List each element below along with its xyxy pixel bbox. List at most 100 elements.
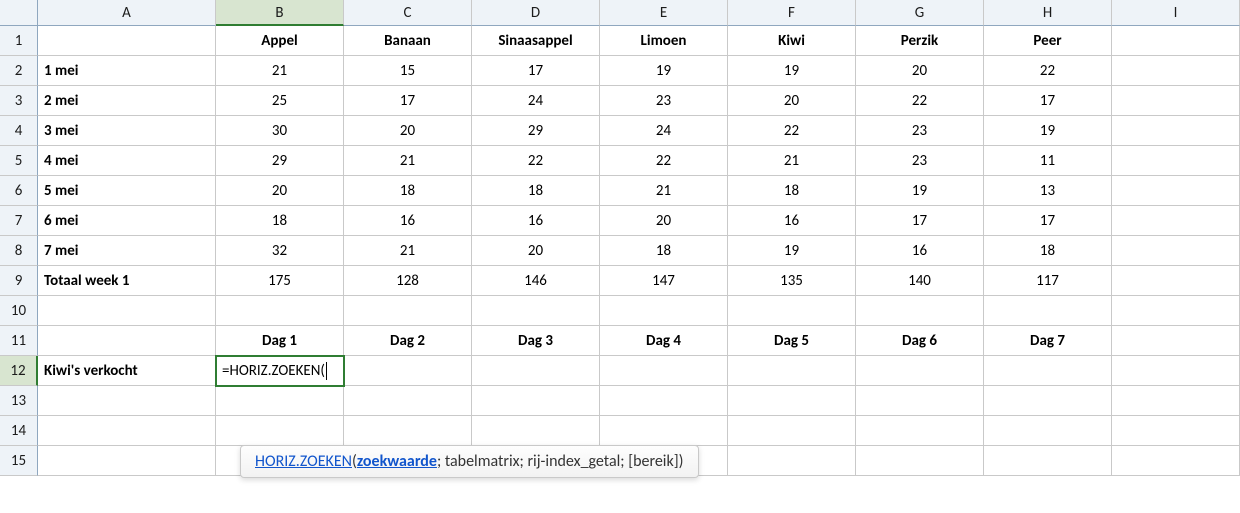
- cell-B11[interactable]: Dag 1: [216, 326, 344, 356]
- cell-C10[interactable]: [344, 296, 472, 326]
- cell-G10[interactable]: [856, 296, 984, 326]
- cell-G9[interactable]: 140: [856, 266, 984, 296]
- cell-I9[interactable]: [1112, 266, 1240, 296]
- cell-G8[interactable]: 16: [856, 236, 984, 266]
- cell-I14[interactable]: [1112, 416, 1240, 446]
- cell-E12[interactable]: [600, 356, 728, 386]
- cell-D6[interactable]: 18: [472, 176, 600, 206]
- cell-A6[interactable]: 5 mei: [38, 176, 216, 206]
- active-cell-B12[interactable]: =HORIZ.ZOEKEN(: [216, 356, 344, 386]
- cell-G4[interactable]: 23: [856, 116, 984, 146]
- cell-E6[interactable]: 21: [600, 176, 728, 206]
- cell-C12[interactable]: [344, 356, 472, 386]
- cell-D14[interactable]: [472, 416, 600, 446]
- cell-G7[interactable]: 17: [856, 206, 984, 236]
- cell-F6[interactable]: 18: [728, 176, 856, 206]
- cell-G5[interactable]: 23: [856, 146, 984, 176]
- cell-A5[interactable]: 4 mei: [38, 146, 216, 176]
- cell-C11[interactable]: Dag 2: [344, 326, 472, 356]
- row-header-15[interactable]: 15: [0, 446, 38, 476]
- cell-G14[interactable]: [856, 416, 984, 446]
- cell-I3[interactable]: [1112, 86, 1240, 116]
- cell-F5[interactable]: 21: [728, 146, 856, 176]
- cell-A4[interactable]: 3 mei: [38, 116, 216, 146]
- cell-I7[interactable]: [1112, 206, 1240, 236]
- column-header-F[interactable]: F: [728, 0, 856, 26]
- cell-G15[interactable]: [856, 446, 984, 476]
- cell-H13[interactable]: [984, 386, 1112, 416]
- cell-E3[interactable]: 23: [600, 86, 728, 116]
- column-header-D[interactable]: D: [472, 0, 600, 26]
- cell-C9[interactable]: 128: [344, 266, 472, 296]
- cell-B6[interactable]: 20: [216, 176, 344, 206]
- cell-D1[interactable]: Sinaasappel: [472, 26, 600, 56]
- cell-H9[interactable]: 117: [984, 266, 1112, 296]
- row-header-10[interactable]: 10: [0, 296, 38, 326]
- cell-D10[interactable]: [472, 296, 600, 326]
- cell-E4[interactable]: 24: [600, 116, 728, 146]
- row-header-4[interactable]: 4: [0, 116, 38, 146]
- cell-F12[interactable]: [728, 356, 856, 386]
- cell-I10[interactable]: [1112, 296, 1240, 326]
- cell-I15[interactable]: [1112, 446, 1240, 476]
- select-all-corner[interactable]: [0, 0, 38, 26]
- cell-H15[interactable]: [984, 446, 1112, 476]
- column-header-E[interactable]: E: [600, 0, 728, 26]
- cell-E9[interactable]: 147: [600, 266, 728, 296]
- cell-H8[interactable]: 18: [984, 236, 1112, 266]
- cell-C13[interactable]: [344, 386, 472, 416]
- cell-H14[interactable]: [984, 416, 1112, 446]
- row-header-8[interactable]: 8: [0, 236, 38, 266]
- cell-A15[interactable]: [38, 446, 216, 476]
- cell-C7[interactable]: 16: [344, 206, 472, 236]
- cell-C4[interactable]: 20: [344, 116, 472, 146]
- cell-B4[interactable]: 30: [216, 116, 344, 146]
- cell-E7[interactable]: 20: [600, 206, 728, 236]
- column-header-I[interactable]: I: [1112, 0, 1240, 26]
- cell-D4[interactable]: 29: [472, 116, 600, 146]
- column-header-A[interactable]: A: [38, 0, 216, 26]
- cell-G13[interactable]: [856, 386, 984, 416]
- cell-D12[interactable]: [472, 356, 600, 386]
- cell-H2[interactable]: 22: [984, 56, 1112, 86]
- cell-F15[interactable]: [728, 446, 856, 476]
- cell-H10[interactable]: [984, 296, 1112, 326]
- row-header-6[interactable]: 6: [0, 176, 38, 206]
- cell-I11[interactable]: [1112, 326, 1240, 356]
- cell-I4[interactable]: [1112, 116, 1240, 146]
- row-header-1[interactable]: 1: [0, 26, 38, 56]
- cell-I1[interactable]: [1112, 26, 1240, 56]
- cell-G12[interactable]: [856, 356, 984, 386]
- cell-A3[interactable]: 2 mei: [38, 86, 216, 116]
- cell-A14[interactable]: [38, 416, 216, 446]
- cell-A1[interactable]: [38, 26, 216, 56]
- cell-I6[interactable]: [1112, 176, 1240, 206]
- cell-C3[interactable]: 17: [344, 86, 472, 116]
- cell-A2[interactable]: 1 mei: [38, 56, 216, 86]
- cell-I5[interactable]: [1112, 146, 1240, 176]
- spreadsheet-grid[interactable]: ABCDEFGHI1AppelBanaanSinaasappelLimoenKi…: [0, 0, 1240, 476]
- cell-G6[interactable]: 19: [856, 176, 984, 206]
- cell-F14[interactable]: [728, 416, 856, 446]
- cell-F8[interactable]: 19: [728, 236, 856, 266]
- cell-A7[interactable]: 6 mei: [38, 206, 216, 236]
- cell-I13[interactable]: [1112, 386, 1240, 416]
- cell-D3[interactable]: 24: [472, 86, 600, 116]
- cell-H6[interactable]: 13: [984, 176, 1112, 206]
- row-header-14[interactable]: 14: [0, 416, 38, 446]
- cell-H5[interactable]: 11: [984, 146, 1112, 176]
- cell-E11[interactable]: Dag 4: [600, 326, 728, 356]
- row-header-7[interactable]: 7: [0, 206, 38, 236]
- row-header-11[interactable]: 11: [0, 326, 38, 356]
- tooltip-function-name[interactable]: HORIZ.ZOEKEN: [255, 452, 352, 471]
- cell-B3[interactable]: 25: [216, 86, 344, 116]
- cell-C8[interactable]: 21: [344, 236, 472, 266]
- row-header-13[interactable]: 13: [0, 386, 38, 416]
- cell-C1[interactable]: Banaan: [344, 26, 472, 56]
- cell-C14[interactable]: [344, 416, 472, 446]
- row-header-12[interactable]: 12: [0, 356, 38, 386]
- cell-F1[interactable]: Kiwi: [728, 26, 856, 56]
- cell-E10[interactable]: [600, 296, 728, 326]
- cell-E2[interactable]: 19: [600, 56, 728, 86]
- column-header-C[interactable]: C: [344, 0, 472, 26]
